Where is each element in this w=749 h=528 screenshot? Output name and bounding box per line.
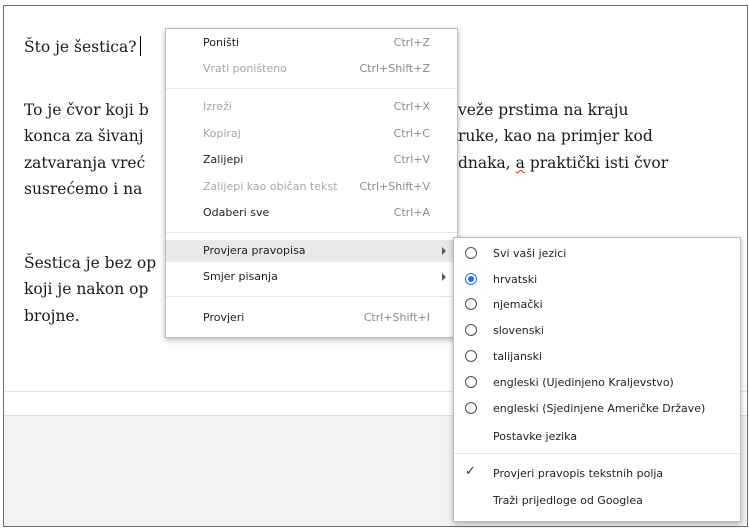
- language-label: hrvatski: [493, 273, 538, 286]
- check-icon: ✓: [465, 464, 476, 479]
- menu-item-google-suggestions[interactable]: Traži prijedloge od Googlea: [454, 489, 740, 513]
- radio-icon: [465, 376, 477, 388]
- submenu-arrow-icon: [442, 273, 446, 281]
- doc-line[interactable]: dnaka, a praktički isti čvor: [458, 150, 668, 177]
- menu-item-label: Poništi: [203, 36, 240, 49]
- language-option[interactable]: Svi vaši jezici: [454, 242, 740, 266]
- menu-item-shortcut: Ctrl+X: [393, 100, 430, 113]
- menu-item-language-settings[interactable]: Postavke jezika: [454, 425, 740, 449]
- language-option[interactable]: engleski (Ujedinjeno Kraljevstvo): [454, 371, 740, 395]
- context-menu: Poništi Ctrl+Z Vrati poništeno Ctrl+Shif…: [165, 28, 458, 338]
- menu-item-label: Zalijepi kao običan tekst: [203, 180, 338, 193]
- menu-item-paste-plain[interactable]: Zalijepi kao običan tekst Ctrl+Shift+V: [166, 176, 457, 198]
- doc-line[interactable]: brojne.: [24, 303, 80, 330]
- document-line-1[interactable]: Što je šestica?: [24, 34, 141, 61]
- language-option[interactable]: talijanski: [454, 345, 740, 369]
- language-option[interactable]: hrvatski: [454, 268, 740, 292]
- menu-item-label: Odaberi sve: [203, 206, 270, 219]
- doc-text: praktički isti čvor: [524, 154, 669, 172]
- language-option[interactable]: slovenski: [454, 319, 740, 343]
- radio-icon: [465, 298, 477, 310]
- menu-item-copy[interactable]: Kopiraj Ctrl+C: [166, 123, 457, 145]
- doc-text: dnaka,: [458, 154, 516, 172]
- menu-item-check-fields[interactable]: ✓ Provjeri pravopis tekstnih polja: [454, 462, 740, 486]
- doc-line[interactable]: koji je nakon op: [24, 276, 148, 303]
- menu-item-label: Zalijepi: [203, 153, 244, 166]
- language-label: engleski (Sjedinjene Američke Države): [493, 402, 706, 415]
- menu-item-redo[interactable]: Vrati poništeno Ctrl+Shift+Z: [166, 58, 457, 80]
- menu-separator: [166, 296, 457, 297]
- language-option[interactable]: engleski (Sjedinjene Američke Države): [454, 397, 740, 421]
- doc-line[interactable]: ruke, kao na primjer kod: [458, 123, 653, 150]
- menu-item-undo[interactable]: Poništi Ctrl+Z: [166, 32, 457, 54]
- menu-separator: [166, 232, 457, 233]
- language-label: Svi vaši jezici: [493, 247, 567, 260]
- menu-separator: [166, 88, 457, 89]
- menu-item-label: Provjera pravopisa: [203, 244, 306, 257]
- menu-item-label: Provjeri pravopis tekstnih polja: [493, 467, 664, 480]
- language-label: engleski (Ujedinjeno Kraljevstvo): [493, 376, 674, 389]
- spellcheck-submenu: Svi vaši jezici hrvatski njemački sloven…: [453, 237, 741, 522]
- menu-item-select-all[interactable]: Odaberi sve Ctrl+A: [166, 202, 457, 224]
- doc-line[interactable]: Šestica je bez op: [24, 250, 156, 277]
- language-label: slovenski: [493, 324, 544, 337]
- menu-item-label: Vrati poništeno: [203, 62, 287, 75]
- menu-item-cut[interactable]: Izreži Ctrl+X: [166, 96, 457, 118]
- menu-item-writing-direction[interactable]: Smjer pisanja: [166, 266, 457, 288]
- text-caret: [139, 36, 141, 56]
- menu-item-shortcut: Ctrl+Shift+Z: [359, 62, 430, 75]
- menu-item-label: Izreži: [203, 100, 232, 113]
- menu-item-shortcut: Ctrl+Z: [393, 36, 430, 49]
- radio-icon: [465, 247, 477, 259]
- doc-line[interactable]: veže prstima na kraju: [458, 97, 629, 124]
- menu-item-spellcheck[interactable]: Provjera pravopisa: [166, 240, 457, 262]
- radio-icon: [465, 350, 477, 362]
- menu-item-label: Kopiraj: [203, 127, 241, 140]
- doc-line[interactable]: zatvaranja vreć: [24, 150, 145, 177]
- menu-item-shortcut: Ctrl+Shift+I: [363, 311, 430, 324]
- menu-item-shortcut: Ctrl+A: [393, 206, 430, 219]
- menu-item-paste[interactable]: Zalijepi Ctrl+V: [166, 149, 457, 171]
- menu-item-shortcut: Ctrl+Shift+V: [359, 180, 430, 193]
- menu-item-label: Smjer pisanja: [203, 270, 278, 283]
- misspelled-word[interactable]: a: [516, 154, 525, 172]
- doc-text: Što je šestica?: [24, 38, 137, 56]
- language-option[interactable]: njemački: [454, 293, 740, 317]
- radio-icon: [465, 324, 477, 336]
- radio-icon: [465, 402, 477, 414]
- language-label: talijanski: [493, 350, 543, 363]
- menu-separator: [454, 453, 740, 454]
- doc-line[interactable]: susrećemo i na: [24, 176, 142, 203]
- language-label: njemački: [493, 298, 543, 311]
- submenu-arrow-icon: [442, 247, 446, 255]
- menu-item-label: Traži prijedloge od Googlea: [493, 494, 643, 507]
- doc-line[interactable]: konca za šivanj: [24, 123, 144, 150]
- menu-item-shortcut: Ctrl+V: [393, 153, 430, 166]
- menu-item-label: Postavke jezika: [493, 430, 578, 443]
- doc-line[interactable]: To je čvor koji b: [24, 97, 149, 124]
- menu-item-label: Provjeri: [203, 311, 245, 324]
- menu-item-inspect[interactable]: Provjeri Ctrl+Shift+I: [166, 307, 457, 329]
- menu-item-shortcut: Ctrl+C: [393, 127, 430, 140]
- radio-selected-icon: [465, 273, 477, 285]
